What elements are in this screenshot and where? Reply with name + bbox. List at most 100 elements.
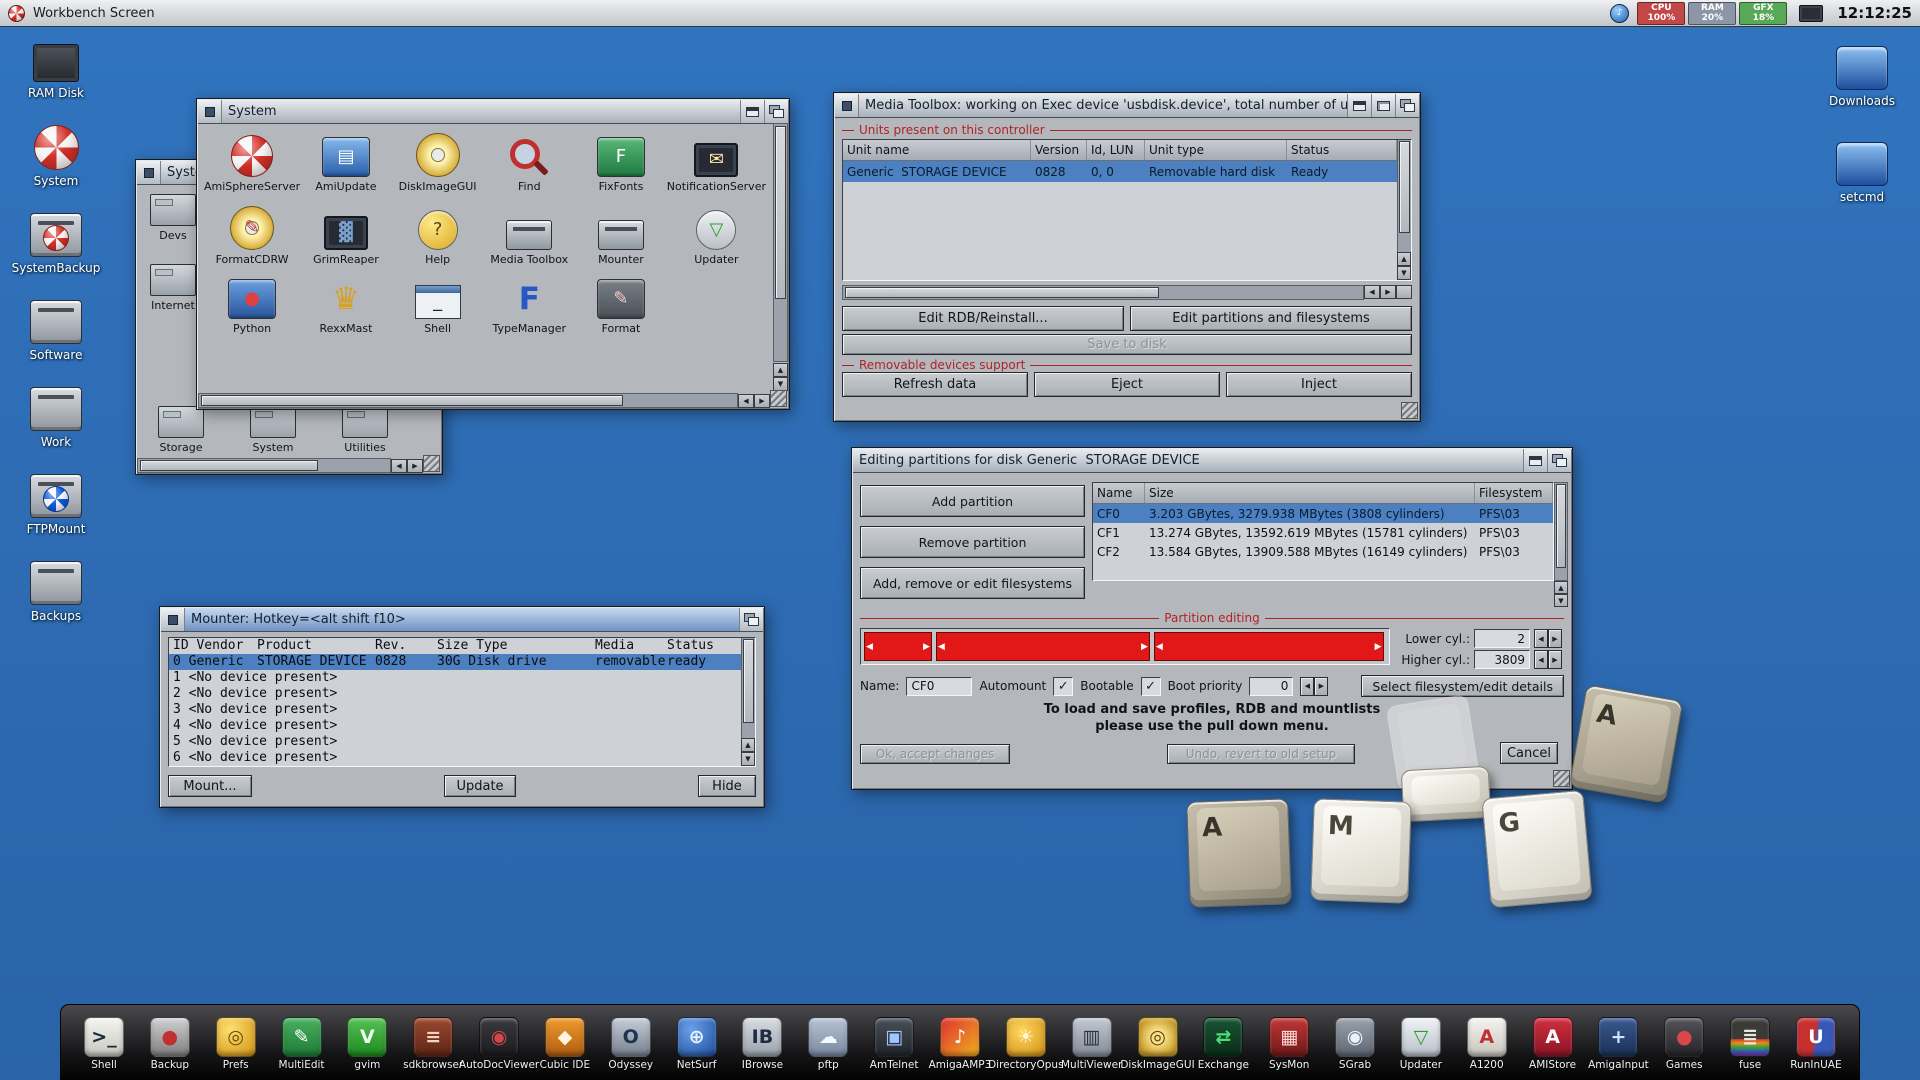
partition-segment[interactable]	[1154, 632, 1384, 661]
scrollbar-thumb[interactable]	[775, 126, 786, 299]
col-unit-type[interactable]: Unit type	[1145, 140, 1287, 160]
scroll-up-arrow[interactable]: ▲	[1397, 252, 1411, 266]
dock-item[interactable]: ▦ SysMon	[1260, 1017, 1318, 1071]
titlebar[interactable]: Media Toolbox: working on Exec device 'u…	[835, 94, 1419, 118]
lower-cyl-input[interactable]: 2	[1474, 629, 1530, 648]
undo-button[interactable]: Undo, revert to old setup	[1167, 744, 1355, 764]
close-gadget[interactable]	[835, 94, 859, 117]
scroll-up-arrow[interactable]: ▲	[741, 738, 755, 752]
col-version[interactable]: Version	[1031, 140, 1087, 160]
desktop-icon[interactable]: RAM Disk	[10, 40, 102, 100]
save-to-disk-button[interactable]: Save to disk	[842, 334, 1412, 355]
device-row[interactable]: 5 <No device present>	[169, 734, 741, 750]
iconify-gadget[interactable]	[740, 100, 764, 123]
removable-button[interactable]: Inject	[1226, 372, 1412, 397]
select-filesystem-button[interactable]: Select filesystem/edit details	[1361, 675, 1564, 697]
partition-action-button[interactable]: Remove partition	[860, 526, 1085, 558]
app-icon[interactable]: ✉ NotificationServer	[667, 133, 766, 193]
audio-icon[interactable]: ♪	[1610, 4, 1629, 23]
boot-priority-input[interactable]: 0	[1249, 677, 1293, 696]
app-icon[interactable]: F FixFonts	[575, 133, 667, 193]
app-icon[interactable]: ? Help	[392, 206, 484, 266]
app-icon[interactable]: F TypeManager	[483, 279, 575, 335]
device-row[interactable]: 6 <No device present>	[169, 750, 741, 766]
depth-gadget[interactable]	[1395, 94, 1419, 117]
app-icon[interactable]: ▽ Updater	[667, 206, 766, 266]
scrollbar-thumb[interactable]	[743, 639, 754, 723]
scroll-left-arrow[interactable]: ◀	[738, 394, 754, 408]
col-status[interactable]: Status	[1287, 140, 1397, 160]
app-icon[interactable]: ▤ AmiUpdate	[300, 133, 392, 193]
dock-item[interactable]: ▣ AmTelnet	[865, 1017, 923, 1071]
desktop-icon[interactable]: Work	[10, 387, 102, 449]
app-icon[interactable]: ✎ Format	[575, 279, 667, 335]
dock-item[interactable]: O Odyssey	[602, 1017, 660, 1071]
partition-segment[interactable]	[936, 632, 1150, 661]
iconify-gadget[interactable]	[1347, 94, 1371, 117]
update-button[interactable]: Update	[444, 775, 516, 797]
drawer-icon[interactable]: Utilities	[332, 406, 398, 454]
close-gadget[interactable]	[198, 100, 222, 123]
dock-item[interactable]: + AmigaInput	[1589, 1017, 1647, 1071]
dock-item[interactable]: ◎ Prefs	[207, 1017, 265, 1071]
col-filesystem[interactable]: Filesystem	[1475, 483, 1553, 503]
desktop-icon[interactable]: Downloads	[1816, 46, 1908, 108]
vertical-scrollbar[interactable]	[1554, 482, 1568, 581]
partition-action-button[interactable]: Add, remove or edit filesystems	[860, 567, 1085, 599]
dock-item[interactable]: A AMIStore	[1524, 1017, 1582, 1071]
device-row[interactable]: 3 <No device present>	[169, 702, 741, 718]
scrollbar-thumb[interactable]	[1556, 484, 1566, 568]
ok-button[interactable]: Ok, accept changes	[860, 744, 1010, 764]
cancel-button[interactable]: Cancel	[1500, 742, 1558, 764]
scrollbar-thumb[interactable]	[845, 287, 1159, 298]
removable-button[interactable]: Refresh data	[842, 372, 1028, 397]
partition-row[interactable]: CF1 13.274 GBytes, 13592.619 MBytes (157…	[1093, 523, 1553, 542]
partition-row[interactable]: CF0 3.203 GBytes, 3279.938 MBytes (3808 …	[1093, 504, 1553, 523]
device-row[interactable]: 1 <No device present>	[169, 670, 741, 686]
drawer-icon[interactable]: System	[240, 406, 306, 454]
close-gadget[interactable]	[161, 608, 185, 631]
scroll-down-arrow[interactable]: ▼	[1397, 266, 1411, 280]
app-icon[interactable]: ● Python	[204, 279, 300, 335]
desktop-icon[interactable]: FTPMount	[10, 474, 102, 536]
higher-cyl-input[interactable]: 3809	[1474, 650, 1530, 669]
scroll-left-arrow[interactable]: ◀	[391, 459, 407, 473]
scrollbar-thumb[interactable]	[140, 460, 318, 471]
titlebar[interactable]: Mounter: Hotkey=<alt shift f10>	[161, 608, 763, 632]
iconify-gadget[interactable]	[1523, 449, 1547, 472]
workbench-logo-icon[interactable]	[8, 5, 25, 22]
unit-row[interactable]: Generic STORAGE DEVICE 0828 0, 0 Removab…	[843, 161, 1397, 182]
dock-item[interactable]: ⊕ NetSurf	[668, 1017, 726, 1071]
device-row[interactable]: 2 <No device present>	[169, 686, 741, 702]
edit-rdb-button[interactable]: Edit RDB/Reinstall...	[842, 306, 1124, 331]
zoom-gadget[interactable]	[1371, 94, 1395, 117]
app-icon[interactable]: ✎ FormatCDRW	[204, 206, 300, 266]
depth-gadget[interactable]	[1547, 449, 1571, 472]
app-icon[interactable]: Media Toolbox	[483, 206, 575, 266]
name-input[interactable]: CF0	[906, 677, 972, 696]
dock-item[interactable]: ▥ MultiViewer	[1063, 1017, 1121, 1071]
depth-gadget[interactable]	[739, 608, 763, 631]
drawer-icon[interactable]: Internet	[142, 264, 204, 312]
dock-item[interactable]: V gvim	[338, 1017, 396, 1071]
desktop-icon[interactable]: Backups	[10, 561, 102, 623]
desktop-icon[interactable]: SystemBackup	[10, 213, 102, 275]
partition-row[interactable]: CF2 13.584 GBytes, 13909.588 MBytes (161…	[1093, 542, 1553, 561]
bootable-checkbox[interactable]: ✓	[1141, 677, 1161, 696]
scroll-right-arrow[interactable]: ▶	[1380, 285, 1396, 299]
col-size[interactable]: Size	[1145, 483, 1475, 503]
partition-segment[interactable]	[864, 632, 932, 661]
close-gadget[interactable]	[137, 161, 161, 184]
scroll-right-arrow[interactable]: ▶	[407, 459, 423, 473]
mount-button[interactable]: Mount...	[168, 775, 252, 797]
scroll-right-arrow[interactable]: ▶	[754, 394, 770, 408]
dock-item[interactable]: IB IBrowse	[733, 1017, 791, 1071]
scroll-down-arrow[interactable]: ▼	[773, 377, 788, 391]
scroll-up-arrow[interactable]: ▲	[773, 363, 788, 377]
scrollbar-thumb[interactable]	[201, 395, 623, 406]
app-icon[interactable]: ♛ RexxMast	[300, 279, 392, 335]
higher-cyl-stepper[interactable]: ◀▶	[1534, 650, 1562, 669]
dock-item[interactable]: ◉ AutoDocViewer	[470, 1017, 528, 1071]
edit-partitions-button[interactable]: Edit partitions and filesystems	[1130, 306, 1412, 331]
dock-item[interactable]: ≡ sdkbrowser	[404, 1017, 462, 1071]
